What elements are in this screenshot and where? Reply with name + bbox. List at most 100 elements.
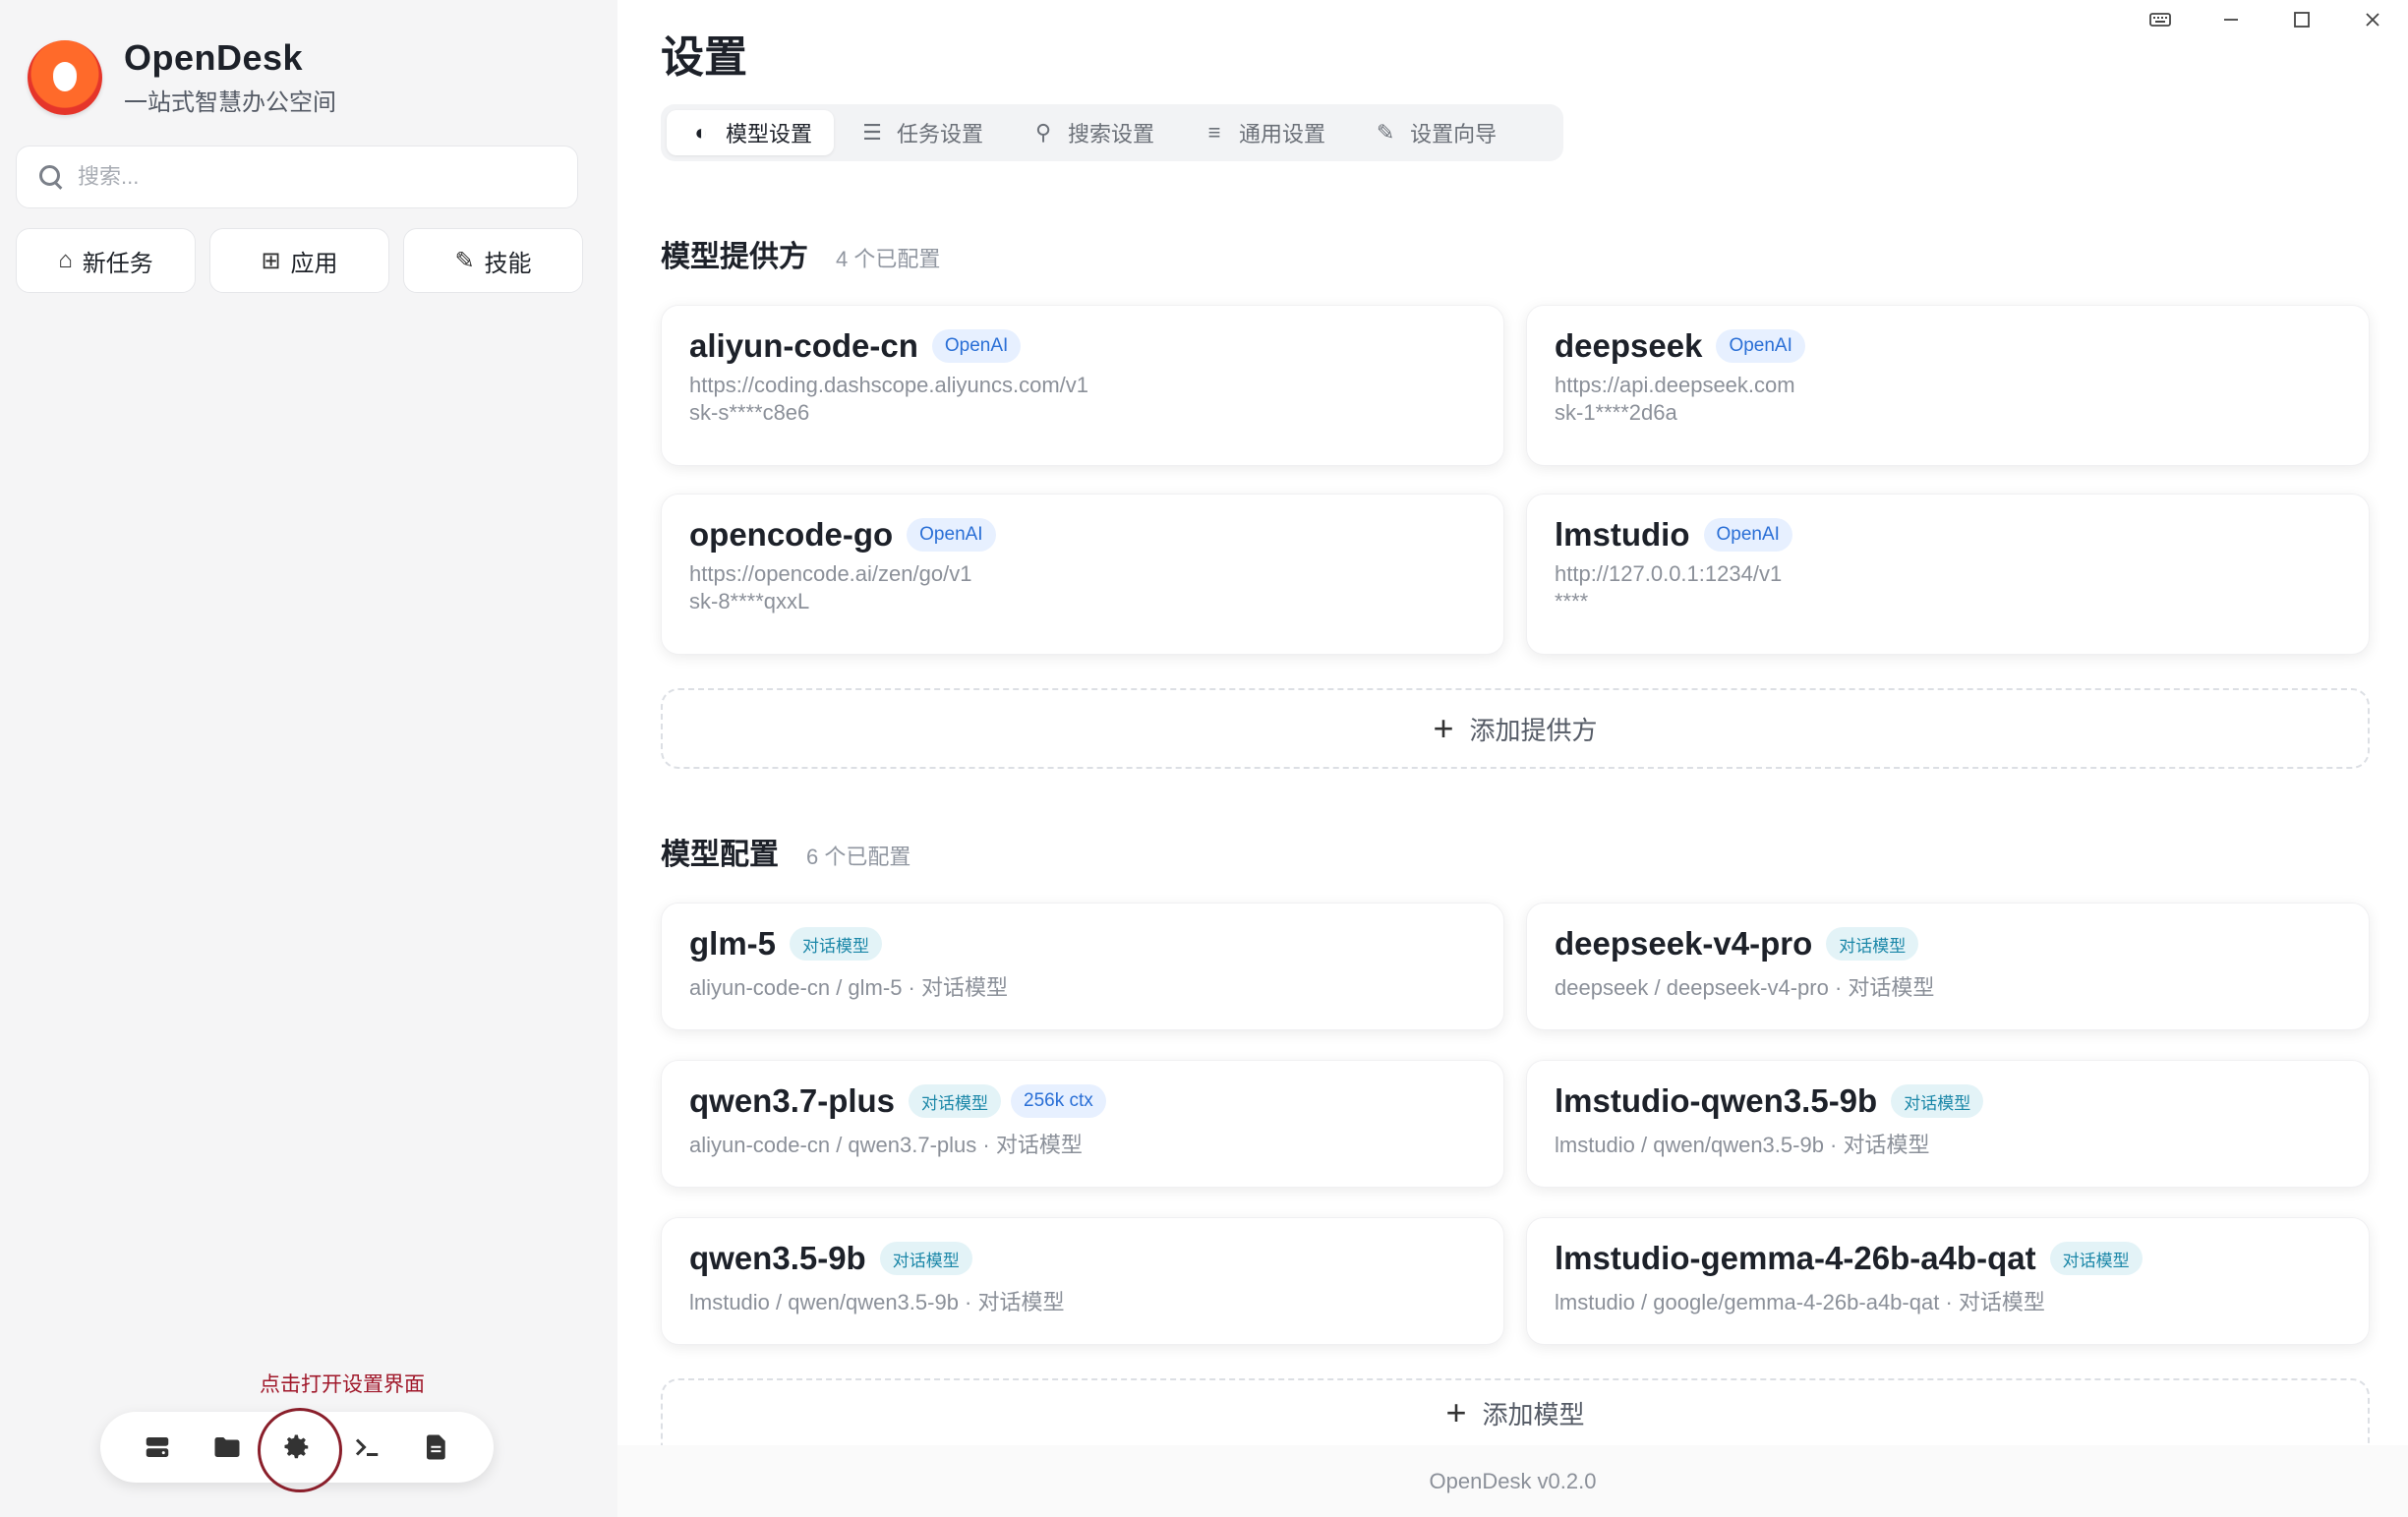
provider-card[interactable]: lmstudio OpenAI http://127.0.0.1:1234/v1… bbox=[1526, 494, 2370, 655]
folder-button[interactable] bbox=[206, 1426, 249, 1469]
model-name: lmstudio-qwen3.5-9b bbox=[1555, 1082, 1878, 1119]
card-head: deepseek-v4-pro 对话模型 bbox=[1555, 925, 2341, 963]
model-card[interactable]: lmstudio-qwen3.5-9b 对话模型 lmstudio / qwen… bbox=[1526, 1060, 2370, 1188]
tab-general-settings[interactable]: ≡ 通用设置 bbox=[1180, 110, 1347, 155]
provider-name: opencode-go bbox=[689, 516, 894, 553]
close-icon bbox=[2366, 13, 2379, 27]
folder-icon bbox=[214, 1437, 240, 1457]
model-detail: lmstudio / google/gemma-4-26b-a4b-qat · … bbox=[1555, 1290, 2045, 1314]
settings-button[interactable] bbox=[257, 1408, 342, 1492]
card-head: lmstudio-qwen3.5-9b 对话模型 bbox=[1555, 1082, 2341, 1120]
model-type-badge: 对话模型 bbox=[2049, 1242, 2143, 1275]
skills-button[interactable]: ✎ 技能 bbox=[403, 228, 583, 293]
provider-url: https://api.deepseek.com bbox=[1555, 373, 1795, 397]
gear-icon bbox=[284, 1434, 309, 1459]
model-detail: aliyun-code-cn / qwen3.7-plus · 对话模型 bbox=[689, 1133, 1083, 1157]
tab-setup-wizard[interactable]: ✎ 设置向导 bbox=[1351, 110, 1518, 155]
model-card[interactable]: qwen3.7-plus 对话模型 256k ctx aliyun-code-c… bbox=[661, 1060, 1504, 1188]
model-detail: aliyun-code-cn / glm-5 · 对话模型 bbox=[689, 975, 1008, 1000]
models-count: 6 个已配置 bbox=[806, 845, 911, 869]
skills-label: 技能 bbox=[484, 250, 532, 277]
server-icon bbox=[146, 1437, 168, 1457]
models-title: 模型配置 bbox=[661, 839, 779, 871]
tab-label: 设置向导 bbox=[1410, 122, 1498, 146]
list-icon: ☰ bbox=[862, 120, 882, 145]
providers-header: 模型提供方 4 个已配置 bbox=[661, 232, 940, 275]
keyboard-button[interactable] bbox=[2125, 0, 2196, 39]
plus-icon: + bbox=[1433, 708, 1454, 748]
tab-model-settings[interactable]: ◐ 模型设置 bbox=[667, 110, 835, 155]
card-head: aliyun-code-cn OpenAI bbox=[689, 327, 1476, 365]
server-button[interactable] bbox=[136, 1426, 179, 1469]
add-model-label: 添加模型 bbox=[1482, 1399, 1585, 1429]
card-head: qwen3.7-plus 对话模型 256k ctx bbox=[689, 1082, 1476, 1120]
terminal-button[interactable] bbox=[345, 1426, 388, 1469]
card-head: opencode-go OpenAI bbox=[689, 516, 1476, 554]
close-button[interactable] bbox=[2337, 0, 2408, 39]
provider-key: sk-8****qxxL bbox=[689, 589, 810, 613]
card-head: qwen3.5-9b 对话模型 bbox=[689, 1240, 1476, 1277]
provider-url: https://coding.dashscope.aliyuncs.com/v1 bbox=[689, 373, 1089, 397]
sidebar-search[interactable] bbox=[16, 146, 578, 208]
tab-label: 通用设置 bbox=[1239, 122, 1326, 146]
model-card[interactable]: qwen3.5-9b 对话模型 lmstudio / qwen/qwen3.5-… bbox=[661, 1217, 1504, 1345]
model-type-badge: 对话模型 bbox=[909, 1084, 1002, 1118]
provider-card[interactable]: opencode-go OpenAI https://opencode.ai/z… bbox=[661, 494, 1504, 655]
settings-hint-text: 点击打开设置界面 bbox=[260, 1373, 425, 1396]
provider-type-badge: OpenAI bbox=[907, 518, 996, 552]
apps-button[interactable]: ⊞ 应用 bbox=[209, 228, 389, 293]
model-card[interactable]: lmstudio-gemma-4-26b-a4b-qat 对话模型 lmstud… bbox=[1526, 1217, 2370, 1345]
tab-label: 搜索设置 bbox=[1068, 122, 1155, 146]
add-provider-button[interactable]: + 添加提供方 bbox=[661, 688, 2370, 769]
provider-card[interactable]: aliyun-code-cn OpenAI https://coding.das… bbox=[661, 305, 1504, 466]
model-name: qwen3.5-9b bbox=[689, 1240, 866, 1276]
app-subtitle: 一站式智慧办公空间 bbox=[124, 89, 336, 116]
add-provider-label: 添加提供方 bbox=[1469, 715, 1598, 745]
sliders-icon: ≡ bbox=[1207, 120, 1221, 145]
tab-label: 模型设置 bbox=[726, 122, 813, 146]
model-name: glm-5 bbox=[689, 925, 777, 962]
model-card[interactable]: glm-5 对话模型 aliyun-code-cn / glm-5 · 对话模型 bbox=[661, 903, 1504, 1030]
add-model-button[interactable]: + 添加模型 bbox=[661, 1378, 2370, 1445]
window-controls bbox=[2125, 0, 2408, 39]
provider-type-badge: OpenAI bbox=[931, 329, 1022, 363]
tab-task-settings[interactable]: ☰ 任务设置 bbox=[838, 110, 1005, 155]
minimize-icon bbox=[2224, 19, 2238, 21]
provider-url: http://127.0.0.1:1234/v1 bbox=[1555, 561, 1783, 586]
providers-title: 模型提供方 bbox=[661, 241, 808, 273]
app-logo-icon bbox=[28, 39, 102, 115]
tab-search-settings[interactable]: ⚲ 搜索设置 bbox=[1009, 110, 1176, 155]
app-window: OpenDesk 一站式智慧办公空间 ⌂ 新任务 ⊞ 应用 ✎ 技能 点击打开设… bbox=[0, 0, 2408, 1517]
new-task-button[interactable]: ⌂ 新任务 bbox=[16, 228, 196, 293]
models-header: 模型配置 6 个已配置 bbox=[661, 830, 910, 873]
settings-main: 设置 ◐ 模型设置 ☰ 任务设置 ⚲ 搜索设置 ≡ 通用设置 ✎ 设置向导 模型… bbox=[617, 0, 2408, 1517]
provider-card[interactable]: deepseek OpenAI https://api.deepseek.com… bbox=[1526, 305, 2370, 466]
model-name: lmstudio-gemma-4-26b-a4b-qat bbox=[1555, 1240, 2036, 1276]
document-button[interactable] bbox=[415, 1426, 458, 1469]
provider-type-badge: OpenAI bbox=[1703, 518, 1792, 552]
brand: OpenDesk 一站式智慧办公空间 bbox=[28, 37, 336, 117]
model-detail: lmstudio / qwen/qwen3.5-9b · 对话模型 bbox=[1555, 1133, 1930, 1157]
minimize-button[interactable] bbox=[2196, 0, 2266, 39]
providers-count: 4 个已配置 bbox=[836, 247, 941, 271]
pencil-icon: ✎ bbox=[1376, 120, 1395, 145]
model-type-badge: 对话模型 bbox=[879, 1242, 972, 1275]
quick-actions: ⌂ 新任务 ⊞ 应用 ✎ 技能 bbox=[16, 228, 583, 293]
home-icon: ⌂ bbox=[58, 247, 73, 273]
version-text: OpenDesk v0.2.0 bbox=[1429, 1468, 1597, 1493]
tab-label: 任务设置 bbox=[897, 122, 984, 146]
maximize-button[interactable] bbox=[2266, 0, 2337, 39]
document-icon bbox=[427, 1434, 446, 1460]
settings-tabs: ◐ 模型设置 ☰ 任务设置 ⚲ 搜索设置 ≡ 通用设置 ✎ 设置向导 bbox=[661, 104, 1563, 161]
bottom-dock bbox=[100, 1408, 494, 1492]
card-head: deepseek OpenAI bbox=[1555, 327, 2341, 365]
terminal-icon bbox=[356, 1438, 379, 1456]
provider-key: sk-s****c8e6 bbox=[689, 400, 810, 425]
search-input[interactable] bbox=[78, 164, 550, 190]
model-type-badge: 对话模型 bbox=[1891, 1084, 1984, 1118]
apps-label: 应用 bbox=[290, 250, 338, 277]
model-card[interactable]: deepseek-v4-pro 对话模型 deepseek / deepseek… bbox=[1526, 903, 2370, 1030]
provider-type-badge: OpenAI bbox=[1716, 329, 1805, 363]
model-name: deepseek-v4-pro bbox=[1555, 925, 1813, 962]
search-icon bbox=[38, 164, 64, 190]
